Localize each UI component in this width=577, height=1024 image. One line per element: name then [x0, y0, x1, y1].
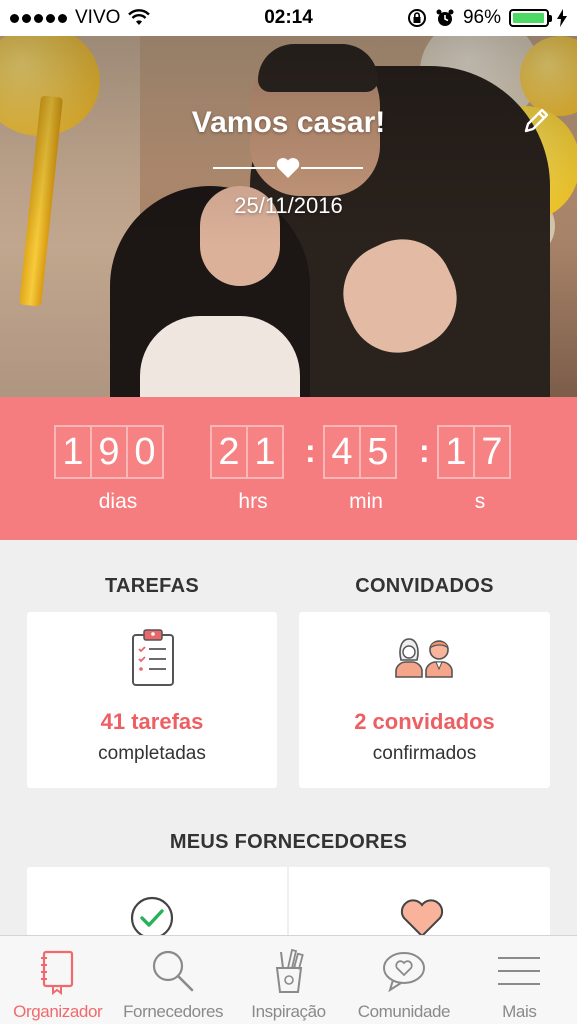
days-label: dias: [98, 490, 138, 513]
tab-inspiracao[interactable]: Inspiração: [231, 936, 346, 1024]
hours-digits: 2 1: [210, 425, 284, 479]
tab-mais[interactable]: Mais: [462, 936, 577, 1024]
pencil-cup-icon: [275, 948, 304, 993]
guests-count: 2 convidados: [354, 709, 495, 734]
tasks-count: 41 tarefas: [100, 709, 204, 734]
couple-photo: Vamos casar! 25/11/2016: [0, 36, 577, 397]
charging-icon: [557, 9, 567, 27]
wedding-title: Vamos casar!: [191, 106, 386, 139]
signal-dots-icon: [10, 13, 67, 23]
tab-fornecedores[interactable]: Fornecedores: [115, 936, 230, 1024]
chat-heart-icon: [382, 952, 425, 993]
countdown-digit: 4: [323, 425, 361, 479]
seconds-label: s: [474, 490, 486, 513]
tab-label: Inspiração: [251, 1002, 326, 1021]
clock: 02:14: [264, 7, 313, 28]
rotation-lock-icon: [407, 9, 426, 27]
heart-icon: [400, 899, 444, 938]
title-divider: [213, 156, 363, 180]
tab-organizador[interactable]: Organizador: [0, 936, 115, 1024]
countdown-digit: 1: [246, 425, 284, 479]
clipboard-checklist-icon: [132, 629, 174, 686]
tasks-section-title: TAREFAS: [105, 575, 199, 597]
wifi-icon: [128, 9, 151, 25]
pencil-icon[interactable]: [519, 104, 553, 138]
minutes-digits: 4 5: [323, 425, 397, 479]
countdown-digit: 7: [473, 425, 511, 479]
couple-icon: [395, 638, 453, 678]
countdown-digit: 5: [359, 425, 397, 479]
alarm-icon: [436, 9, 454, 26]
tab-label: Comunidade: [357, 1002, 451, 1021]
status-bar: VIVO 02:14 96%: [0, 0, 577, 36]
tab-label: Mais: [502, 1002, 537, 1021]
tab-label: Fornecedores: [123, 1002, 224, 1021]
guests-status: confirmados: [372, 743, 477, 764]
countdown-panel: 1 9 0 2 1 : 4 5 : 1 7 dias hrs min s: [0, 397, 577, 540]
search-icon: [153, 950, 194, 992]
bottom-tab-bar: Organizador Fornecedores Inspiração Comu…: [0, 935, 577, 1024]
countdown-digit: 9: [90, 425, 128, 479]
countdown-digit: 0: [126, 425, 164, 479]
tab-label: Organizador: [13, 1002, 103, 1021]
countdown-separator: :: [419, 433, 430, 469]
countdown-digit: 1: [54, 425, 92, 479]
battery-icon: [509, 9, 552, 27]
heart-icon: [276, 158, 300, 178]
guests-card[interactable]: 2 convidados confirmados: [299, 612, 550, 788]
tasks-card[interactable]: 41 tarefas completadas: [27, 612, 277, 788]
carrier-label: VIVO: [75, 7, 121, 28]
seconds-digits: 1 7: [437, 425, 511, 479]
countdown-separator: :: [305, 433, 316, 469]
minutes-label: min: [349, 490, 383, 513]
guests-section-title: CONVIDADOS: [355, 575, 494, 597]
wedding-date: 25/11/2016: [234, 193, 343, 218]
countdown-digit: 1: [437, 425, 475, 479]
tasks-status: completadas: [98, 743, 206, 764]
hours-label: hrs: [238, 490, 268, 513]
vendors-section-title: MEUS FORNECEDORES: [169, 831, 408, 853]
days-digits: 1 9 0: [54, 425, 164, 479]
countdown-digit: 2: [210, 425, 248, 479]
menu-icon: [498, 957, 541, 985]
notebook-icon: [40, 950, 73, 995]
tab-comunidade[interactable]: Comunidade: [346, 936, 461, 1024]
battery-percent: 96%: [462, 7, 501, 28]
